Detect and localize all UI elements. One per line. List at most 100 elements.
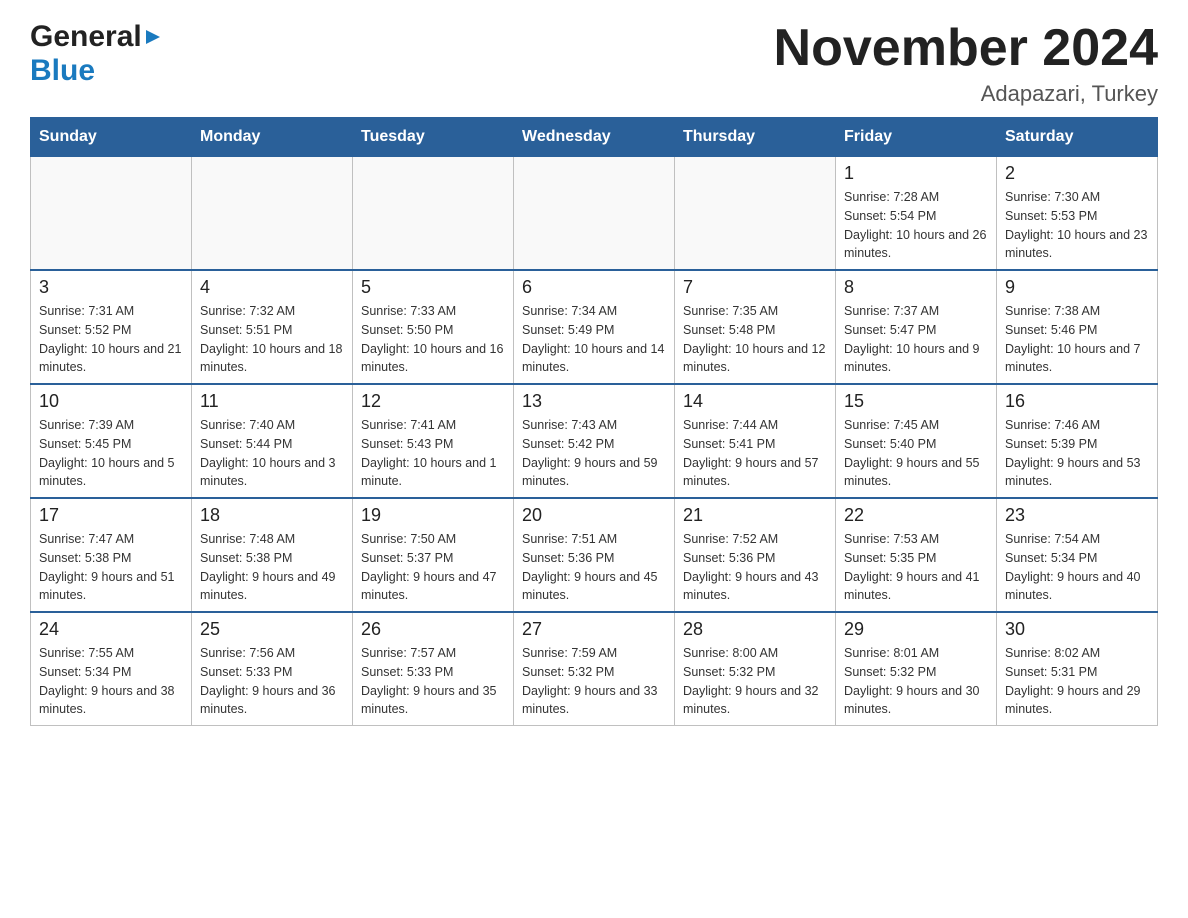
calendar-cell: 26 Sunrise: 7:57 AMSunset: 5:33 PMDayligh… [353,612,514,726]
day-number: 19 [361,505,505,526]
calendar-cell: 29Sunrise: 8:01 AMSunset: 5:32 PMDayligh… [836,612,997,726]
day-number: 1 [844,163,988,184]
calendar-cell: 16Sunrise: 7:46 AMSunset: 5:39 PMDayligh… [997,384,1158,498]
day-info: Sunrise: 7:32 AMSunset: 5:51 PMDaylight:… [200,302,344,377]
day-number: 28 [683,619,827,640]
calendar-cell: 9 Sunrise: 7:38 AMSunset: 5:46 PMDaylight… [997,270,1158,384]
calendar-header-sunday: Sunday [31,118,192,157]
day-number: 9 [1005,277,1149,298]
calendar-cell [353,157,514,271]
calendar-cell: 22Sunrise: 7:53 AMSunset: 5:35 PMDayligh… [836,498,997,612]
day-info: Sunrise: 7:38 AMSunset: 5:46 PMDaylight:… [1005,302,1149,377]
calendar-cell: 15Sunrise: 7:45 AMSunset: 5:40 PMDayligh… [836,384,997,498]
day-info: Sunrise: 7:50 AMSunset: 5:37 PMDaylight:… [361,530,505,605]
day-number: 23 [1005,505,1149,526]
logo: General Blue [30,20,162,88]
calendar-cell: 27 Sunrise: 7:59 AMSunset: 5:32 PMDayligh… [514,612,675,726]
logo-general-text: General [30,20,142,54]
day-number: 17 [39,505,183,526]
day-info: Sunrise: 7:37 AMSunset: 5:47 PMDaylight:… [844,302,988,377]
day-info: Sunrise: 7:56 AMSunset: 5:33 PMDaylight:… [200,644,344,719]
day-info: Sunrise: 8:00 AMSunset: 5:32 PMDaylight:… [683,644,827,719]
calendar-cell: 5 Sunrise: 7:33 AMSunset: 5:50 PMDaylight… [353,270,514,384]
month-title: November 2024 [774,20,1158,77]
day-info: Sunrise: 7:33 AMSunset: 5:50 PMDaylight:… [361,302,505,377]
title-area: November 2024 Adapazari, Turkey [774,20,1158,107]
day-info: Sunrise: 7:43 AMSunset: 5:42 PMDaylight:… [522,416,666,491]
calendar-header-row: SundayMondayTuesdayWednesdayThursdayFrid… [31,118,1158,157]
day-info: Sunrise: 7:35 AMSunset: 5:48 PMDaylight:… [683,302,827,377]
day-info: Sunrise: 7:51 AMSunset: 5:36 PMDaylight:… [522,530,666,605]
day-info: Sunrise: 7:52 AMSunset: 5:36 PMDaylight:… [683,530,827,605]
day-number: 25 [200,619,344,640]
day-number: 21 [683,505,827,526]
calendar-header-thursday: Thursday [675,118,836,157]
day-info: Sunrise: 7:39 AMSunset: 5:45 PMDaylight:… [39,416,183,491]
location: Adapazari, Turkey [774,81,1158,107]
calendar-cell: 11Sunrise: 7:40 AMSunset: 5:44 PMDayligh… [192,384,353,498]
day-info: Sunrise: 7:57 AMSunset: 5:33 PMDaylight:… [361,644,505,719]
day-info: Sunrise: 8:02 AMSunset: 5:31 PMDaylight:… [1005,644,1149,719]
calendar-cell: 8Sunrise: 7:37 AMSunset: 5:47 PMDaylight… [836,270,997,384]
day-info: Sunrise: 7:34 AMSunset: 5:49 PMDaylight:… [522,302,666,377]
logo-blue-text: Blue [30,54,95,87]
calendar-cell: 20 Sunrise: 7:51 AMSunset: 5:36 PMDayligh… [514,498,675,612]
calendar-cell: 17 Sunrise: 7:47 AMSunset: 5:38 PMDayligh… [31,498,192,612]
calendar-cell: 25 Sunrise: 7:56 AMSunset: 5:33 PMDayligh… [192,612,353,726]
day-number: 24 [39,619,183,640]
calendar-cell: 28 Sunrise: 8:00 AMSunset: 5:32 PMDayligh… [675,612,836,726]
calendar-cell: 21 Sunrise: 7:52 AMSunset: 5:36 PMDayligh… [675,498,836,612]
day-number: 7 [683,277,827,298]
day-info: Sunrise: 7:54 AMSunset: 5:34 PMDaylight:… [1005,530,1149,605]
calendar-cell: 14 Sunrise: 7:44 AMSunset: 5:41 PMDayligh… [675,384,836,498]
day-info: Sunrise: 8:01 AMSunset: 5:32 PMDaylight:… [844,644,988,719]
calendar-cell: 1 Sunrise: 7:28 AMSunset: 5:54 PMDaylight… [836,157,997,271]
day-info: Sunrise: 7:28 AMSunset: 5:54 PMDaylight:… [844,188,988,263]
calendar-cell: 4Sunrise: 7:32 AMSunset: 5:51 PMDaylight… [192,270,353,384]
calendar-cell [514,157,675,271]
day-number: 13 [522,391,666,412]
day-number: 20 [522,505,666,526]
day-info: Sunrise: 7:46 AMSunset: 5:39 PMDaylight:… [1005,416,1149,491]
calendar-week-row: 3 Sunrise: 7:31 AMSunset: 5:52 PMDaylight… [31,270,1158,384]
calendar-week-row: 17 Sunrise: 7:47 AMSunset: 5:38 PMDayligh… [31,498,1158,612]
calendar-cell [31,157,192,271]
day-info: Sunrise: 7:55 AMSunset: 5:34 PMDaylight:… [39,644,183,719]
day-number: 10 [39,391,183,412]
calendar-table: SundayMondayTuesdayWednesdayThursdayFrid… [30,117,1158,726]
calendar-header-friday: Friday [836,118,997,157]
logo-triangle-icon [144,28,162,51]
day-number: 3 [39,277,183,298]
day-number: 5 [361,277,505,298]
calendar-week-row: 1 Sunrise: 7:28 AMSunset: 5:54 PMDaylight… [31,157,1158,271]
day-number: 27 [522,619,666,640]
calendar-cell: 7 Sunrise: 7:35 AMSunset: 5:48 PMDaylight… [675,270,836,384]
day-number: 22 [844,505,988,526]
calendar-header-wednesday: Wednesday [514,118,675,157]
day-number: 12 [361,391,505,412]
day-info: Sunrise: 7:59 AMSunset: 5:32 PMDaylight:… [522,644,666,719]
day-number: 18 [200,505,344,526]
calendar-cell [192,157,353,271]
day-number: 2 [1005,163,1149,184]
calendar-week-row: 10 Sunrise: 7:39 AMSunset: 5:45 PMDayligh… [31,384,1158,498]
day-info: Sunrise: 7:31 AMSunset: 5:52 PMDaylight:… [39,302,183,377]
page-header: General Blue November 2024 Adapazari, Tu… [30,20,1158,107]
calendar-header-monday: Monday [192,118,353,157]
calendar-cell: 10 Sunrise: 7:39 AMSunset: 5:45 PMDayligh… [31,384,192,498]
day-info: Sunrise: 7:47 AMSunset: 5:38 PMDaylight:… [39,530,183,605]
day-info: Sunrise: 7:44 AMSunset: 5:41 PMDaylight:… [683,416,827,491]
day-info: Sunrise: 7:48 AMSunset: 5:38 PMDaylight:… [200,530,344,605]
calendar-cell: 3 Sunrise: 7:31 AMSunset: 5:52 PMDaylight… [31,270,192,384]
day-info: Sunrise: 7:30 AMSunset: 5:53 PMDaylight:… [1005,188,1149,263]
calendar-cell: 6Sunrise: 7:34 AMSunset: 5:49 PMDaylight… [514,270,675,384]
calendar-cell: 2 Sunrise: 7:30 AMSunset: 5:53 PMDaylight… [997,157,1158,271]
day-number: 26 [361,619,505,640]
calendar-cell [675,157,836,271]
calendar-cell: 30 Sunrise: 8:02 AMSunset: 5:31 PMDayligh… [997,612,1158,726]
day-number: 14 [683,391,827,412]
calendar-cell: 24 Sunrise: 7:55 AMSunset: 5:34 PMDayligh… [31,612,192,726]
calendar-header-tuesday: Tuesday [353,118,514,157]
day-number: 15 [844,391,988,412]
day-number: 30 [1005,619,1149,640]
